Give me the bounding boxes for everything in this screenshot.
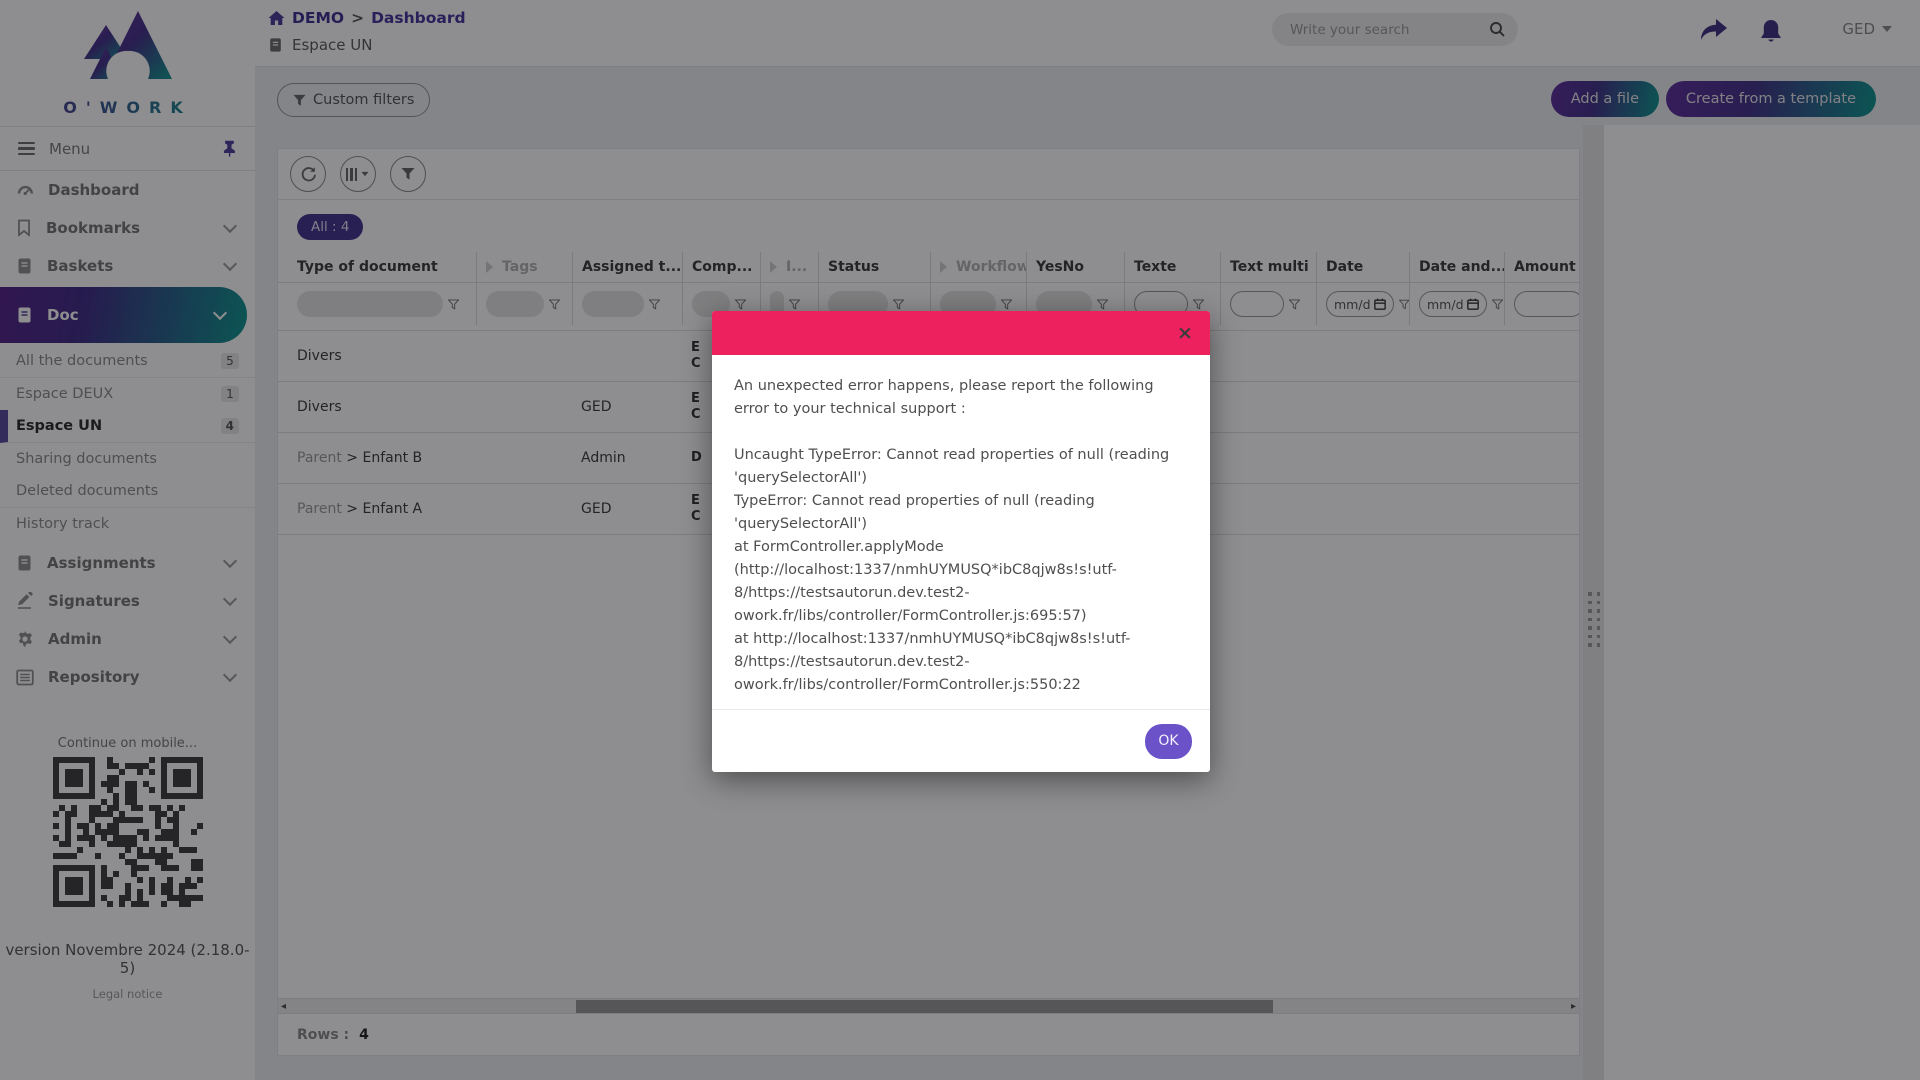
error-line: TypeError: Cannot read properties of nul… bbox=[734, 490, 1188, 536]
error-line: at FormController.applyMode (http://loca… bbox=[734, 536, 1188, 628]
close-icon[interactable]: × bbox=[1172, 320, 1198, 346]
error-dialog: × An unexpected error happens, please re… bbox=[712, 311, 1210, 772]
error-line: at http://localhost:1337/nmhUYMUSQ*ibC8q… bbox=[734, 628, 1188, 697]
app-root: O'WORK Menu Dashboard Bookmarks bbox=[0, 0, 1920, 1080]
error-dialog-body: An unexpected error happens, please repo… bbox=[712, 355, 1210, 709]
error-dialog-header: × bbox=[712, 311, 1210, 355]
error-intro: An unexpected error happens, please repo… bbox=[734, 375, 1188, 421]
error-dialog-footer: OK bbox=[712, 709, 1210, 772]
ok-button[interactable]: OK bbox=[1145, 724, 1192, 759]
error-line: Uncaught TypeError: Cannot read properti… bbox=[734, 444, 1188, 490]
